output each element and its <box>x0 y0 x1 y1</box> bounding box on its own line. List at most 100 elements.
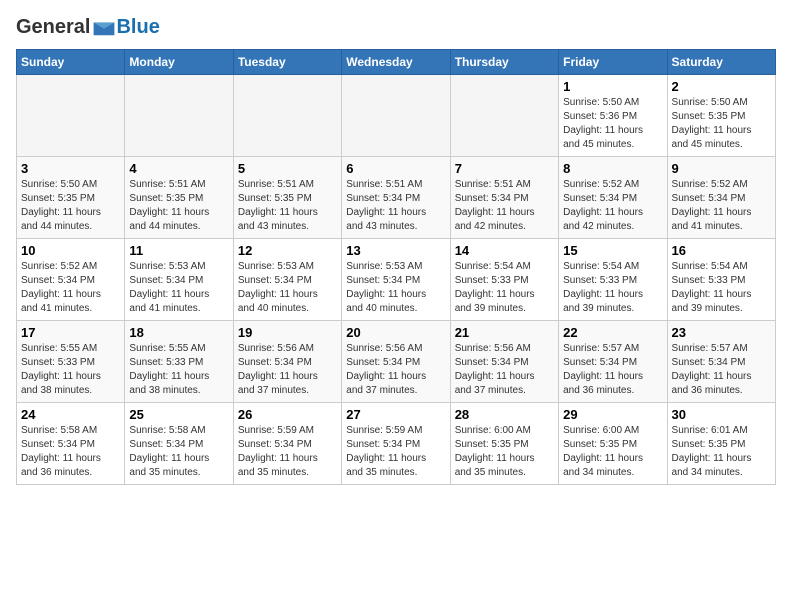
day-number: 2 <box>672 79 771 94</box>
day-info: Sunrise: 5:50 AM Sunset: 5:35 PM Dayligh… <box>21 178 120 234</box>
calendar-table: SundayMondayTuesdayWednesdayThursdayFrid… <box>16 49 776 485</box>
logo-general: General <box>16 16 90 39</box>
day-info: Sunrise: 5:58 AM Sunset: 5:34 PM Dayligh… <box>129 424 228 480</box>
day-info: Sunrise: 5:51 AM Sunset: 5:35 PM Dayligh… <box>129 178 228 234</box>
day-number: 23 <box>672 325 771 340</box>
calendar-cell: 30Sunrise: 6:01 AM Sunset: 5:35 PM Dayli… <box>667 403 775 485</box>
day-info: Sunrise: 5:55 AM Sunset: 5:33 PM Dayligh… <box>21 342 120 398</box>
calendar-cell: 4 Sunrise: 5:51 AM Sunset: 5:35 PM Daylig… <box>125 157 233 239</box>
calendar-cell: 1 Sunrise: 5:50 AM Sunset: 5:36 PM Daylig… <box>559 75 667 157</box>
calendar-cell: 28 Sunrise: 6:00 AM Sunset: 5:35 PM Dayli… <box>450 403 558 485</box>
calendar-cell: 2 Sunrise: 5:50 AM Sunset: 5:35 PM Daylig… <box>667 75 775 157</box>
day-number: 19 <box>238 325 337 340</box>
calendar-cell: 9 Sunrise: 5:52 AM Sunset: 5:34 PM Daylig… <box>667 157 775 239</box>
calendar-cell: 22Sunrise: 5:57 AM Sunset: 5:34 PM Dayli… <box>559 321 667 403</box>
weekday-header-friday: Friday <box>559 50 667 75</box>
day-number: 4 <box>129 161 228 176</box>
calendar-cell: 12Sunrise: 5:53 AM Sunset: 5:34 PM Dayli… <box>233 239 341 321</box>
day-number: 27 <box>346 407 445 422</box>
day-number: 9 <box>672 161 771 176</box>
calendar-week-row: 3Sunrise: 5:50 AM Sunset: 5:35 PM Daylig… <box>17 157 776 239</box>
calendar-cell: 26 Sunrise: 5:59 AM Sunset: 5:34 PM Dayli… <box>233 403 341 485</box>
calendar-cell: 18 Sunrise: 5:55 AM Sunset: 5:33 PM Dayli… <box>125 321 233 403</box>
weekday-header-wednesday: Wednesday <box>342 50 450 75</box>
day-number: 26 <box>238 407 337 422</box>
day-info: Sunrise: 5:50 AM Sunset: 5:35 PM Dayligh… <box>672 96 771 152</box>
day-info: Sunrise: 5:59 AM Sunset: 5:34 PM Dayligh… <box>346 424 445 480</box>
day-number: 20 <box>346 325 445 340</box>
calendar-week-row: 1 Sunrise: 5:50 AM Sunset: 5:36 PM Daylig… <box>17 75 776 157</box>
weekday-header-tuesday: Tuesday <box>233 50 341 75</box>
weekday-header-saturday: Saturday <box>667 50 775 75</box>
calendar-cell: 3Sunrise: 5:50 AM Sunset: 5:35 PM Daylig… <box>17 157 125 239</box>
day-info: Sunrise: 5:57 AM Sunset: 5:34 PM Dayligh… <box>672 342 771 398</box>
weekday-header-row: SundayMondayTuesdayWednesdayThursdayFrid… <box>17 50 776 75</box>
day-number: 29 <box>563 407 662 422</box>
day-number: 5 <box>238 161 337 176</box>
calendar-cell: 19Sunrise: 5:56 AM Sunset: 5:34 PM Dayli… <box>233 321 341 403</box>
calendar-cell: 17 Sunrise: 5:55 AM Sunset: 5:33 PM Dayli… <box>17 321 125 403</box>
calendar-cell: 15 Sunrise: 5:54 AM Sunset: 5:33 PM Dayli… <box>559 239 667 321</box>
day-number: 17 <box>21 325 120 340</box>
calendar-cell <box>17 75 125 157</box>
day-info: Sunrise: 5:56 AM Sunset: 5:34 PM Dayligh… <box>455 342 554 398</box>
day-number: 1 <box>563 79 662 94</box>
day-info: Sunrise: 5:54 AM Sunset: 5:33 PM Dayligh… <box>563 260 662 316</box>
calendar-week-row: 17 Sunrise: 5:55 AM Sunset: 5:33 PM Dayli… <box>17 321 776 403</box>
day-number: 11 <box>129 243 228 258</box>
calendar-cell <box>342 75 450 157</box>
calendar-cell: 29 Sunrise: 6:00 AM Sunset: 5:35 PM Dayli… <box>559 403 667 485</box>
day-number: 22 <box>563 325 662 340</box>
calendar-cell <box>450 75 558 157</box>
calendar-cell: 20 Sunrise: 5:56 AM Sunset: 5:34 PM Dayli… <box>342 321 450 403</box>
calendar-cell: 7 Sunrise: 5:51 AM Sunset: 5:34 PM Daylig… <box>450 157 558 239</box>
day-info: Sunrise: 5:53 AM Sunset: 5:34 PM Dayligh… <box>129 260 228 316</box>
weekday-header-thursday: Thursday <box>450 50 558 75</box>
day-info: Sunrise: 5:59 AM Sunset: 5:34 PM Dayligh… <box>238 424 337 480</box>
calendar-cell: 6Sunrise: 5:51 AM Sunset: 5:34 PM Daylig… <box>342 157 450 239</box>
day-number: 14 <box>455 243 554 258</box>
calendar-cell: 13Sunrise: 5:53 AM Sunset: 5:34 PM Dayli… <box>342 239 450 321</box>
day-info: Sunrise: 6:00 AM Sunset: 5:35 PM Dayligh… <box>455 424 554 480</box>
day-number: 24 <box>21 407 120 422</box>
calendar-cell: 16 Sunrise: 5:54 AM Sunset: 5:33 PM Dayli… <box>667 239 775 321</box>
day-number: 18 <box>129 325 228 340</box>
weekday-header-monday: Monday <box>125 50 233 75</box>
day-number: 7 <box>455 161 554 176</box>
day-info: Sunrise: 5:56 AM Sunset: 5:34 PM Dayligh… <box>346 342 445 398</box>
day-info: Sunrise: 5:55 AM Sunset: 5:33 PM Dayligh… <box>129 342 228 398</box>
weekday-header-sunday: Sunday <box>17 50 125 75</box>
logo: General Blue <box>16 16 160 39</box>
logo-text: General Blue <box>16 16 160 39</box>
day-info: Sunrise: 5:54 AM Sunset: 5:33 PM Dayligh… <box>455 260 554 316</box>
calendar-cell <box>233 75 341 157</box>
day-info: Sunrise: 5:54 AM Sunset: 5:33 PM Dayligh… <box>672 260 771 316</box>
day-info: Sunrise: 5:51 AM Sunset: 5:35 PM Dayligh… <box>238 178 337 234</box>
day-info: Sunrise: 5:53 AM Sunset: 5:34 PM Dayligh… <box>238 260 337 316</box>
calendar-cell: 5 Sunrise: 5:51 AM Sunset: 5:35 PM Daylig… <box>233 157 341 239</box>
calendar-cell: 10Sunrise: 5:52 AM Sunset: 5:34 PM Dayli… <box>17 239 125 321</box>
day-number: 21 <box>455 325 554 340</box>
day-info: Sunrise: 5:52 AM Sunset: 5:34 PM Dayligh… <box>672 178 771 234</box>
day-info: Sunrise: 5:52 AM Sunset: 5:34 PM Dayligh… <box>563 178 662 234</box>
day-info: Sunrise: 6:00 AM Sunset: 5:35 PM Dayligh… <box>563 424 662 480</box>
calendar-cell: 24 Sunrise: 5:58 AM Sunset: 5:34 PM Dayli… <box>17 403 125 485</box>
calendar-cell: 8Sunrise: 5:52 AM Sunset: 5:34 PM Daylig… <box>559 157 667 239</box>
day-info: Sunrise: 5:51 AM Sunset: 5:34 PM Dayligh… <box>455 178 554 234</box>
calendar-cell: 14 Sunrise: 5:54 AM Sunset: 5:33 PM Dayli… <box>450 239 558 321</box>
calendar-week-row: 24 Sunrise: 5:58 AM Sunset: 5:34 PM Dayli… <box>17 403 776 485</box>
day-info: Sunrise: 5:58 AM Sunset: 5:34 PM Dayligh… <box>21 424 120 480</box>
day-number: 13 <box>346 243 445 258</box>
day-number: 16 <box>672 243 771 258</box>
day-number: 30 <box>672 407 771 422</box>
day-number: 25 <box>129 407 228 422</box>
logo-blue: Blue <box>116 16 159 39</box>
day-number: 28 <box>455 407 554 422</box>
day-number: 10 <box>21 243 120 258</box>
day-info: Sunrise: 5:50 AM Sunset: 5:36 PM Dayligh… <box>563 96 662 152</box>
calendar-cell: 21 Sunrise: 5:56 AM Sunset: 5:34 PM Dayli… <box>450 321 558 403</box>
calendar-cell: 11 Sunrise: 5:53 AM Sunset: 5:34 PM Dayli… <box>125 239 233 321</box>
calendar-cell: 23 Sunrise: 5:57 AM Sunset: 5:34 PM Dayli… <box>667 321 775 403</box>
calendar-cell: 27 Sunrise: 5:59 AM Sunset: 5:34 PM Dayli… <box>342 403 450 485</box>
day-number: 15 <box>563 243 662 258</box>
